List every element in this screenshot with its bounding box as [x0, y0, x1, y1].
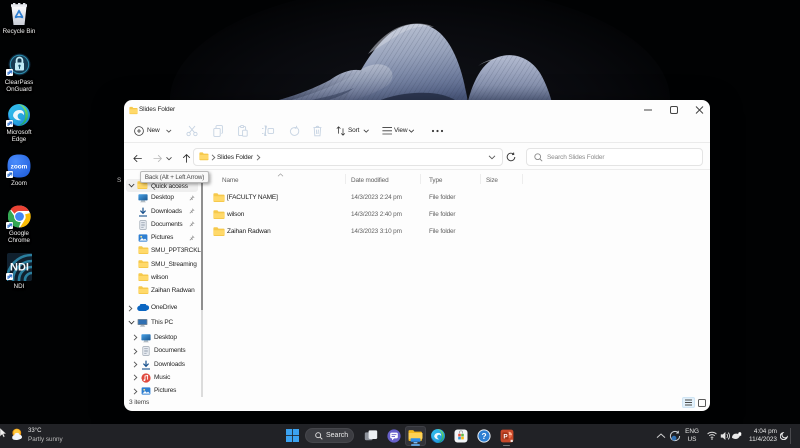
- svg-text:zoom: zoom: [11, 164, 28, 171]
- svg-text:NDI: NDI: [10, 262, 29, 274]
- svg-text:?: ?: [481, 431, 486, 441]
- svg-text:P: P: [503, 433, 508, 440]
